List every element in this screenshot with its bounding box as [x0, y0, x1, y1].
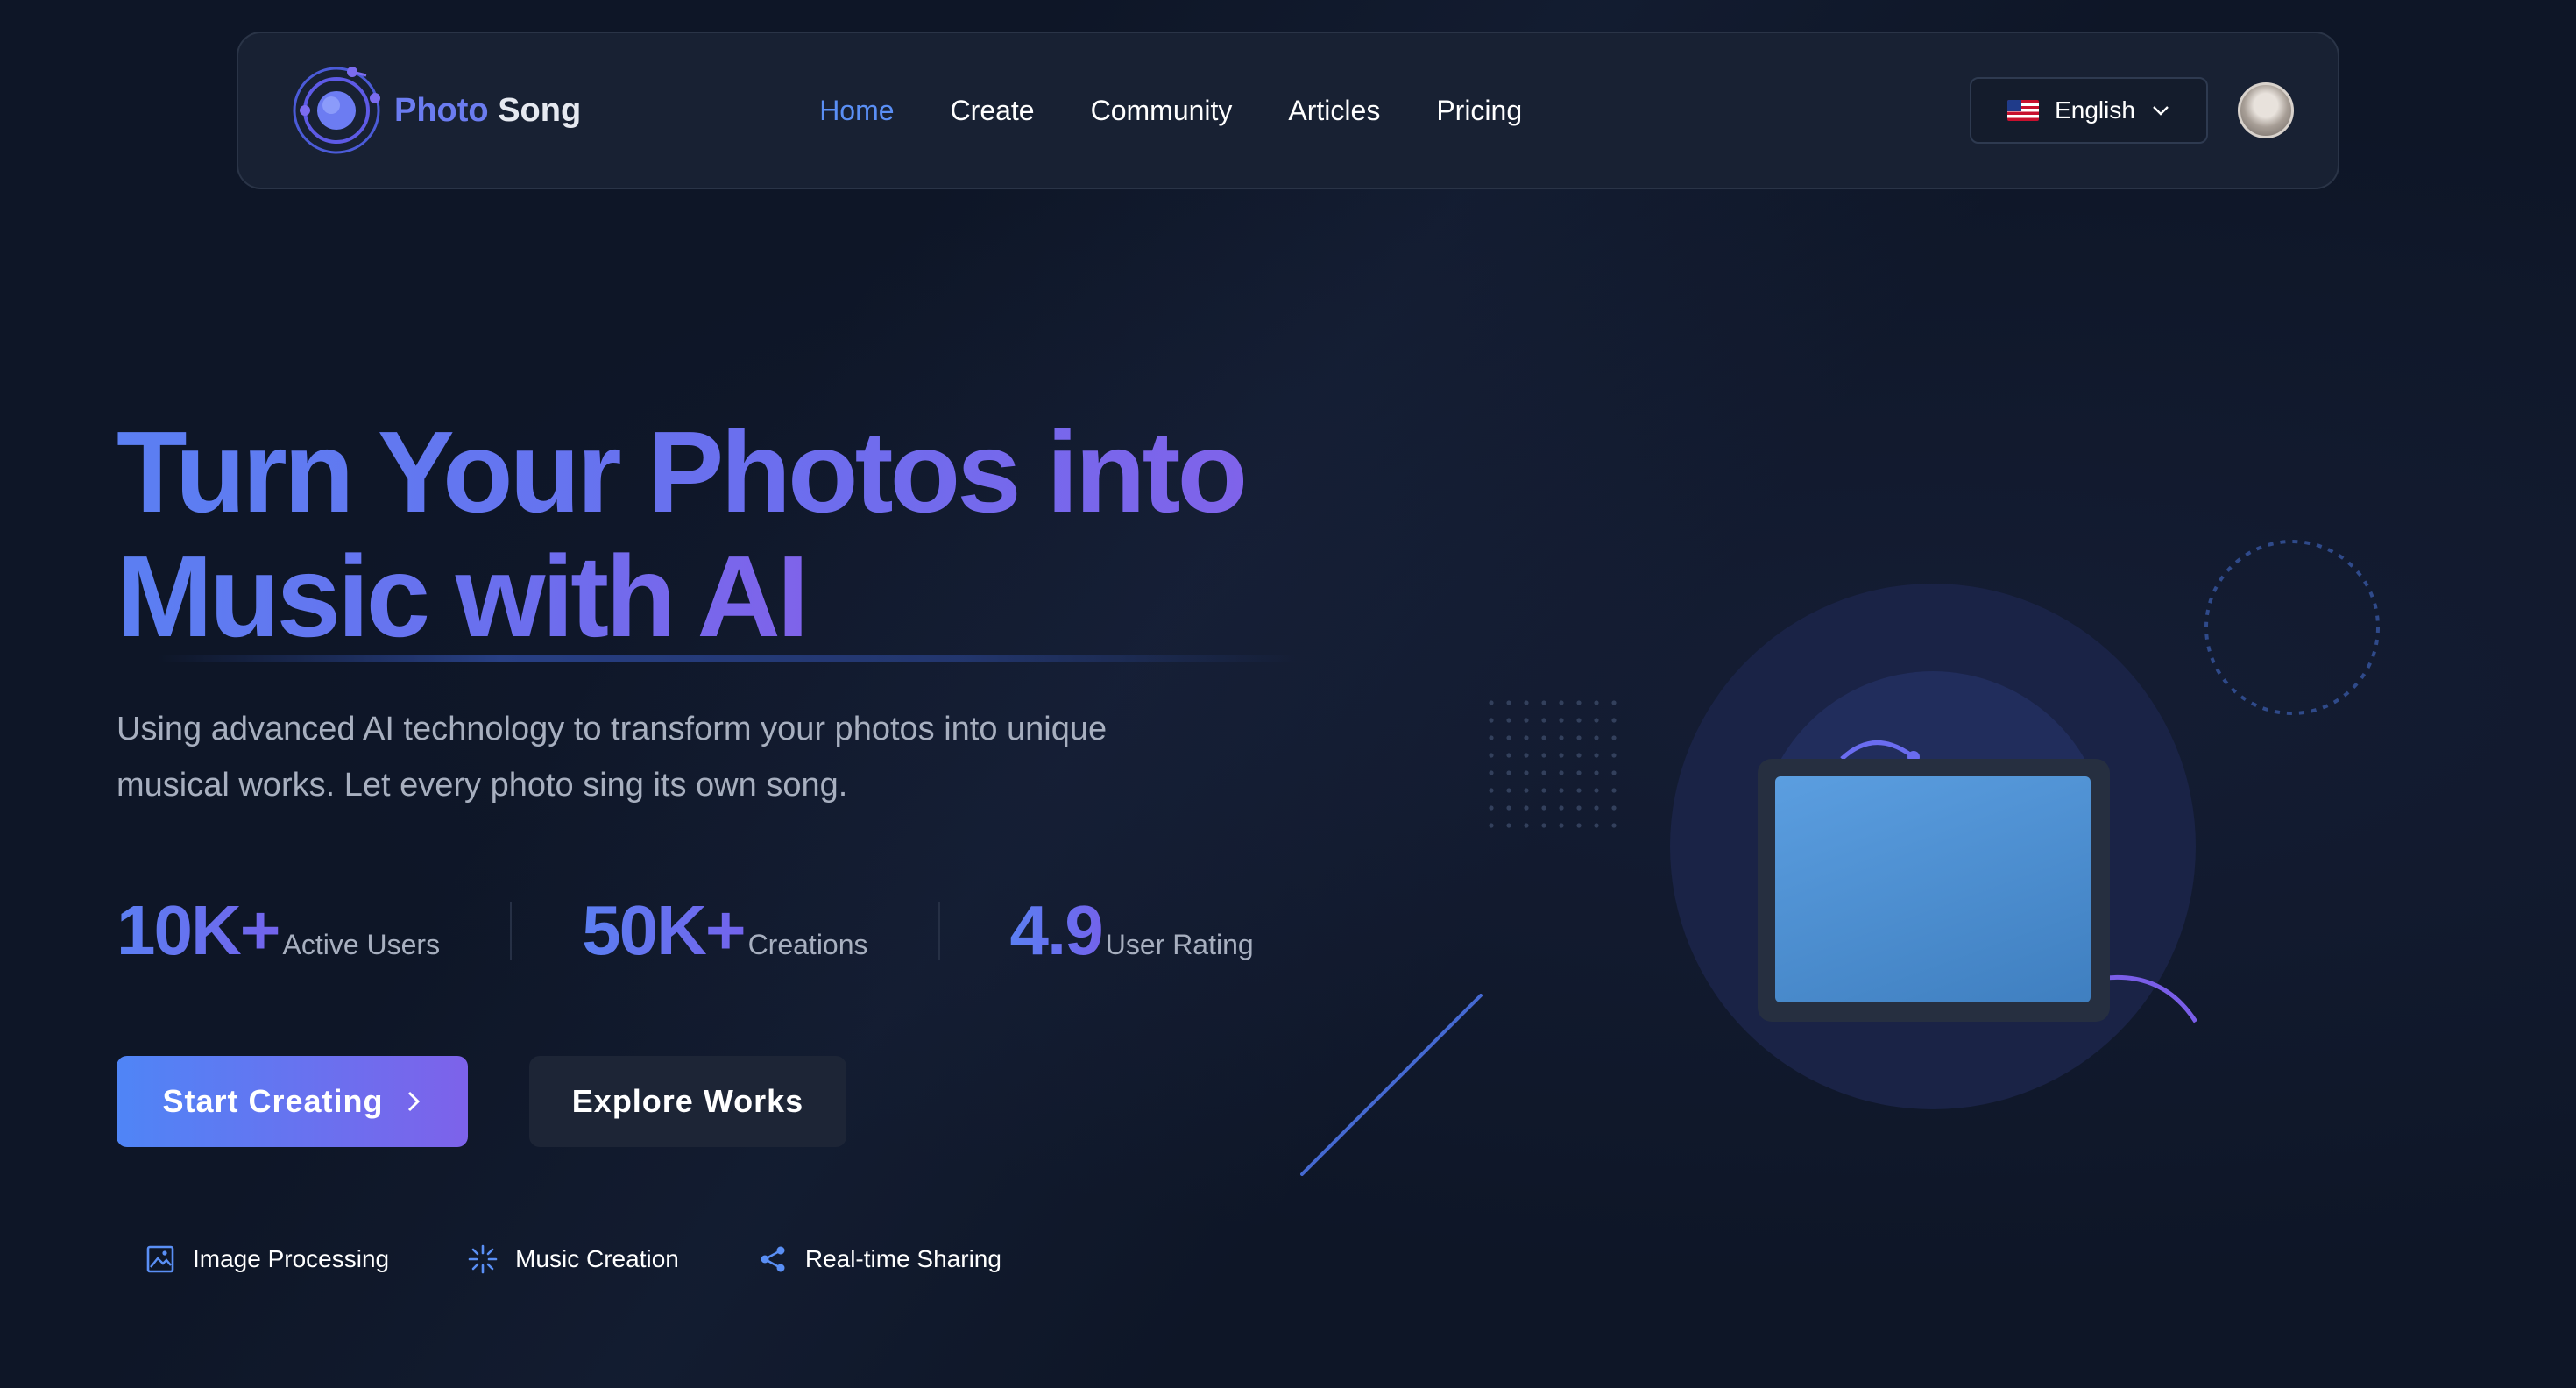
stat-divider — [510, 902, 513, 960]
nav-link-community[interactable]: Community — [1091, 95, 1233, 127]
nav-link-pricing[interactable]: Pricing — [1436, 95, 1522, 127]
nav-link-home[interactable]: Home — [819, 95, 894, 127]
stat-active-users: 10K+ Active Users — [117, 890, 440, 971]
nav-link-articles[interactable]: Articles — [1288, 95, 1380, 127]
feature-list: Image Processing Music Creation Real-tim… — [145, 1244, 1001, 1274]
hero-subtitle: Using advanced AI technology to transfor… — [117, 701, 1256, 813]
navbar: Photo Song Home Create Community Article… — [237, 32, 2339, 189]
stat-label: User Rating — [1105, 929, 1254, 960]
stat-value: 4.9 — [1009, 891, 1104, 969]
explore-works-button[interactable]: Explore Works — [529, 1056, 846, 1147]
dot-grid — [1489, 700, 1617, 828]
title-underline — [158, 655, 1297, 662]
logo-icon — [293, 67, 380, 154]
chevron-down-icon — [2153, 106, 2169, 116]
nav-link-create[interactable]: Create — [951, 95, 1035, 127]
brand-name-first: Photo — [394, 91, 489, 129]
share-icon — [761, 1246, 785, 1272]
photo-placeholder — [1775, 776, 2091, 1002]
language-select[interactable]: English — [1970, 77, 2208, 144]
stats-row: 10K+ Active Users 50K+ Creations 4.9 Use… — [117, 890, 1254, 971]
hero-title-line1: Turn Your Photos into — [117, 407, 1248, 536]
stat-label: Active Users — [282, 929, 441, 960]
sparkle-icon — [468, 1244, 498, 1274]
stat-creations: 50K+ Creations — [582, 890, 867, 971]
feature-label: Real-time Sharing — [804, 1245, 1001, 1272]
stat-value: 50K+ — [582, 891, 746, 969]
stat-value: 10K+ — [117, 891, 280, 969]
main-nav: Home Create Community Articles Pricing — [819, 95, 1522, 127]
hero-title-line2: Music with AI — [117, 532, 809, 661]
feature-label: Music Creation — [515, 1245, 679, 1272]
hero-illustration — [1300, 540, 2380, 1176]
brand-name: Photo Song — [394, 92, 581, 130]
avatar[interactable] — [2238, 82, 2294, 138]
hero-title: Turn Your Photos into Music with AI — [117, 410, 1387, 659]
stat-user-rating: 4.9 User Rating — [1010, 890, 1254, 971]
stat-divider — [938, 902, 940, 960]
image-icon — [146, 1245, 174, 1273]
background-glow — [0, 0, 2576, 1388]
us-flag-icon — [2007, 100, 2040, 121]
start-creating-label: Start Creating — [162, 1083, 384, 1119]
feature-real-time-sharing: Real-time Sharing — [758, 1244, 1001, 1274]
start-creating-button[interactable]: Start Creating — [117, 1056, 468, 1147]
hero-subtitle-line1: Using advanced AI technology to transfor… — [117, 711, 1108, 747]
photo-card — [1758, 759, 2110, 1022]
hero-subtitle-line2: musical works. Let every photo sing its … — [117, 767, 848, 804]
nav-right: English — [1970, 77, 2294, 144]
feature-image-processing: Image Processing — [145, 1244, 389, 1274]
feature-label: Image Processing — [193, 1245, 390, 1272]
feature-music-creation: Music Creation — [468, 1244, 679, 1274]
brand-name-second: Song — [498, 91, 582, 129]
chevron-right-icon — [407, 1091, 420, 1112]
stat-label: Creations — [747, 929, 868, 960]
brand[interactable]: Photo Song — [291, 65, 581, 156]
language-label: English — [2055, 96, 2135, 124]
